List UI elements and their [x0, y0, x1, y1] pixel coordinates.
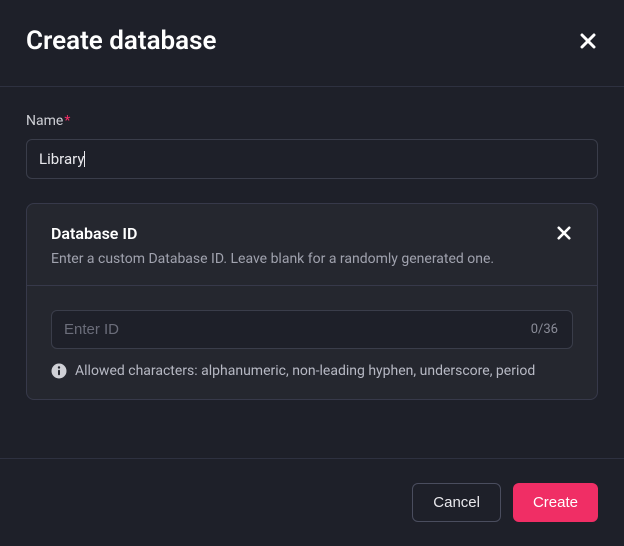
- close-icon[interactable]: [555, 224, 573, 242]
- database-id-card: Database ID Enter a custom Database ID. …: [26, 203, 598, 400]
- database-id-header: Database ID Enter a custom Database ID. …: [27, 204, 597, 286]
- text-cursor: [84, 151, 85, 167]
- name-label-text: Name: [26, 113, 63, 129]
- database-id-input-wrapper: 0/36: [51, 310, 573, 349]
- hint-row: Allowed characters: alphanumeric, non-le…: [51, 363, 573, 379]
- required-indicator: *: [64, 113, 70, 129]
- create-button[interactable]: Create: [513, 483, 598, 522]
- database-id-input[interactable]: [52, 311, 531, 348]
- modal-footer: Cancel Create: [0, 458, 624, 546]
- info-icon: [51, 363, 67, 379]
- modal-body: Name* Library Database ID Enter a custom…: [0, 87, 624, 458]
- modal-header: Create database: [0, 0, 624, 87]
- cancel-button[interactable]: Cancel: [412, 483, 501, 522]
- modal-title: Create database: [26, 26, 217, 56]
- name-input[interactable]: Library: [26, 139, 598, 179]
- close-icon[interactable]: [578, 31, 598, 51]
- database-id-title: Database ID: [51, 224, 573, 243]
- name-label: Name*: [26, 113, 598, 129]
- name-input-value: Library: [39, 150, 84, 168]
- database-id-body: 0/36 Allowed characters: alphanumeric, n…: [27, 286, 597, 399]
- database-id-subtitle: Enter a custom Database ID. Leave blank …: [51, 251, 573, 267]
- char-counter: 0/36: [531, 322, 572, 337]
- hint-text: Allowed characters: alphanumeric, non-le…: [75, 363, 535, 379]
- create-database-modal: Create database Name* Library Database I…: [0, 0, 624, 546]
